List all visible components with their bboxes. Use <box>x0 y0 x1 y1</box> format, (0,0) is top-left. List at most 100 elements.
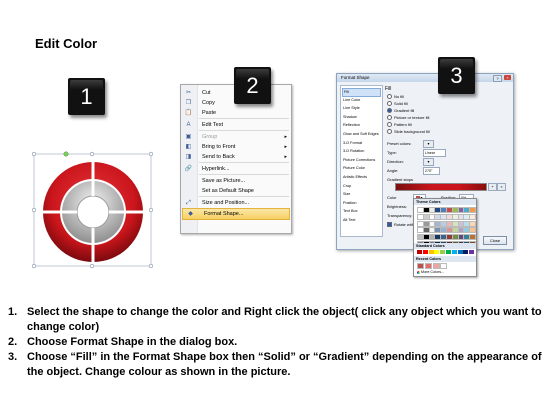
fill-option-label: Pattern fill <box>394 122 412 127</box>
nav-item-text-box[interactable]: Text Box <box>343 208 358 215</box>
color-swatch[interactable] <box>428 250 434 254</box>
nav-item-3-d-format[interactable]: 3-D Format <box>343 140 362 147</box>
menu-item-group[interactable]: ▣ Group ▸ <box>181 132 291 142</box>
nav-item-picture-corrections[interactable]: Picture Corrections <box>343 157 375 164</box>
fill-option-pattern-fill[interactable]: Pattern fill <box>387 122 412 128</box>
fill-option-gradient-fill[interactable]: Gradient fill <box>387 108 415 114</box>
nav-item-shadow[interactable]: Shadow <box>343 114 357 121</box>
menu-item-size-and-position[interactable]: ⤢ Size and Position... <box>181 198 291 208</box>
color-swatch[interactable] <box>469 207 477 213</box>
color-swatch[interactable] <box>469 250 475 254</box>
ring-diagram-graphic <box>31 151 154 269</box>
menu-separator <box>199 130 289 131</box>
color-swatch[interactable] <box>417 250 422 254</box>
step-number: 3. <box>8 351 18 363</box>
rotate-checkbox[interactable] <box>387 222 392 228</box>
gradient-stops-bar[interactable] <box>395 183 487 191</box>
radio-button[interactable] <box>387 115 392 121</box>
menu-item-bring-to-front[interactable]: ◧ Bring to Front ▸ <box>181 142 291 152</box>
format-shape-icon: ◆ <box>188 210 193 217</box>
color-swatch[interactable] <box>469 213 477 220</box>
radio-button[interactable] <box>387 94 392 100</box>
menu-item-send-to-back[interactable]: ◨ Send to Back ▸ <box>181 152 291 162</box>
menu-separator <box>199 162 289 163</box>
dialog-titlebar: Format Shape ? × <box>337 74 513 82</box>
direction-label: Direction: <box>387 159 404 164</box>
size-position-icon: ⤢ <box>186 199 191 206</box>
instruction-step: 3. Choose “Fill” in the Format Shape box … <box>8 350 553 380</box>
nav-item-glow-and-soft-edges[interactable]: Glow and Soft Edges <box>343 131 379 138</box>
rotation-handle[interactable] <box>63 151 69 157</box>
selected-ring-shape[interactable] <box>30 150 155 270</box>
nav-item-3-d-rotation[interactable]: 3-D Rotation <box>343 148 364 155</box>
nav-item-reflection[interactable]: Reflection <box>343 122 360 129</box>
radio-button[interactable] <box>387 122 392 128</box>
nav-item-alt-text[interactable]: Alt Text <box>343 217 355 224</box>
menu-item-label: Size and Position... <box>202 200 250 206</box>
color-swatch[interactable] <box>440 263 448 269</box>
slide-title: Edit Color <box>35 36 98 51</box>
type-select[interactable]: Linear <box>423 149 446 157</box>
color-swatch[interactable] <box>445 250 451 254</box>
scissors-icon: ✂ <box>185 89 192 96</box>
fill-option-slide-background-fill[interactable]: Slide background fill <box>387 129 430 135</box>
close-button[interactable]: Close <box>483 236 507 245</box>
radio-button[interactable] <box>387 108 392 114</box>
type-label: Type: <box>387 150 397 155</box>
fill-option-label: Gradient fill <box>394 108 415 113</box>
menu-item-format-shape[interactable]: ◆ Format Shape... <box>182 208 290 220</box>
color-swatch[interactable] <box>422 250 428 254</box>
group-icon: ▣ <box>185 133 192 140</box>
menu-item-save-as-picture[interactable]: Save as Picture... <box>181 176 291 186</box>
radio-button[interactable] <box>387 129 392 135</box>
menu-separator <box>199 118 289 119</box>
color-swatch[interactable] <box>424 263 432 269</box>
instruction-list: 1. Select the shape to change the color a… <box>8 305 553 380</box>
nav-item-crop[interactable]: Crop <box>343 183 351 190</box>
color-label: Color <box>387 195 397 200</box>
color-swatch[interactable] <box>463 250 469 254</box>
angle-input[interactable]: 270° <box>423 167 440 175</box>
more-colors-option[interactable]: More Colors... <box>417 270 444 274</box>
step-text: Select the shape to change the color and… <box>27 306 542 333</box>
step-number: 1. <box>8 306 18 318</box>
paste-icon: 📋 <box>184 109 193 116</box>
recent-colors-row <box>417 263 448 269</box>
menu-item-hyperlink[interactable]: 🔗 Hyperlink... <box>181 164 291 174</box>
fill-option-label: Solid fill <box>394 101 408 106</box>
recent-colors-label: Recent Colors <box>414 256 476 262</box>
color-swatch[interactable] <box>440 250 446 254</box>
help-button[interactable]: ? <box>493 75 502 82</box>
close-x-button[interactable]: × <box>504 75 511 80</box>
color-swatch[interactable] <box>469 227 477 234</box>
menu-item-paste[interactable]: 📋 Paste <box>181 108 291 118</box>
palette-icon <box>417 270 420 274</box>
preset-colors-dropdown[interactable]: ▾ <box>423 140 434 148</box>
menu-item-label: Edit Text <box>202 122 223 128</box>
add-stop-button[interactable]: + <box>488 183 497 191</box>
fill-option-picture-or-texture-fill[interactable]: Picture or texture fill <box>387 115 429 121</box>
nav-item-position[interactable]: Position <box>343 200 357 207</box>
color-swatch[interactable] <box>457 250 463 254</box>
menu-item-label: Save as Picture... <box>202 178 246 184</box>
radio-button[interactable] <box>387 101 392 107</box>
fill-option-no-fill[interactable]: No fill <box>387 94 404 100</box>
color-swatch[interactable] <box>469 220 477 227</box>
color-swatch[interactable] <box>417 263 424 269</box>
submenu-arrow-icon: ▸ <box>284 144 287 150</box>
color-swatch[interactable] <box>469 234 477 241</box>
nav-item-picture-color[interactable]: Picture Color <box>343 165 365 172</box>
nav-item-line-style[interactable]: Line Style <box>343 105 360 112</box>
color-swatch[interactable] <box>432 263 440 269</box>
menu-item-set-as-default-shape[interactable]: Set as Default Shape <box>181 186 291 196</box>
color-swatch[interactable] <box>451 250 457 254</box>
direction-dropdown[interactable]: ▾ <box>423 158 434 166</box>
nav-item-artistic-effects[interactable]: Artistic Effects <box>343 174 367 181</box>
nav-item-line-color[interactable]: Line Color <box>343 97 360 104</box>
color-swatch[interactable] <box>434 250 440 254</box>
remove-stop-button[interactable]: × <box>497 183 506 191</box>
color-picker-popup: Theme Colors Standard Colors Recent Colo… <box>413 198 477 277</box>
menu-item-edit-text[interactable]: A Edit Text <box>181 120 291 130</box>
nav-item-size[interactable]: Size <box>343 191 350 198</box>
fill-option-solid-fill[interactable]: Solid fill <box>387 101 408 107</box>
